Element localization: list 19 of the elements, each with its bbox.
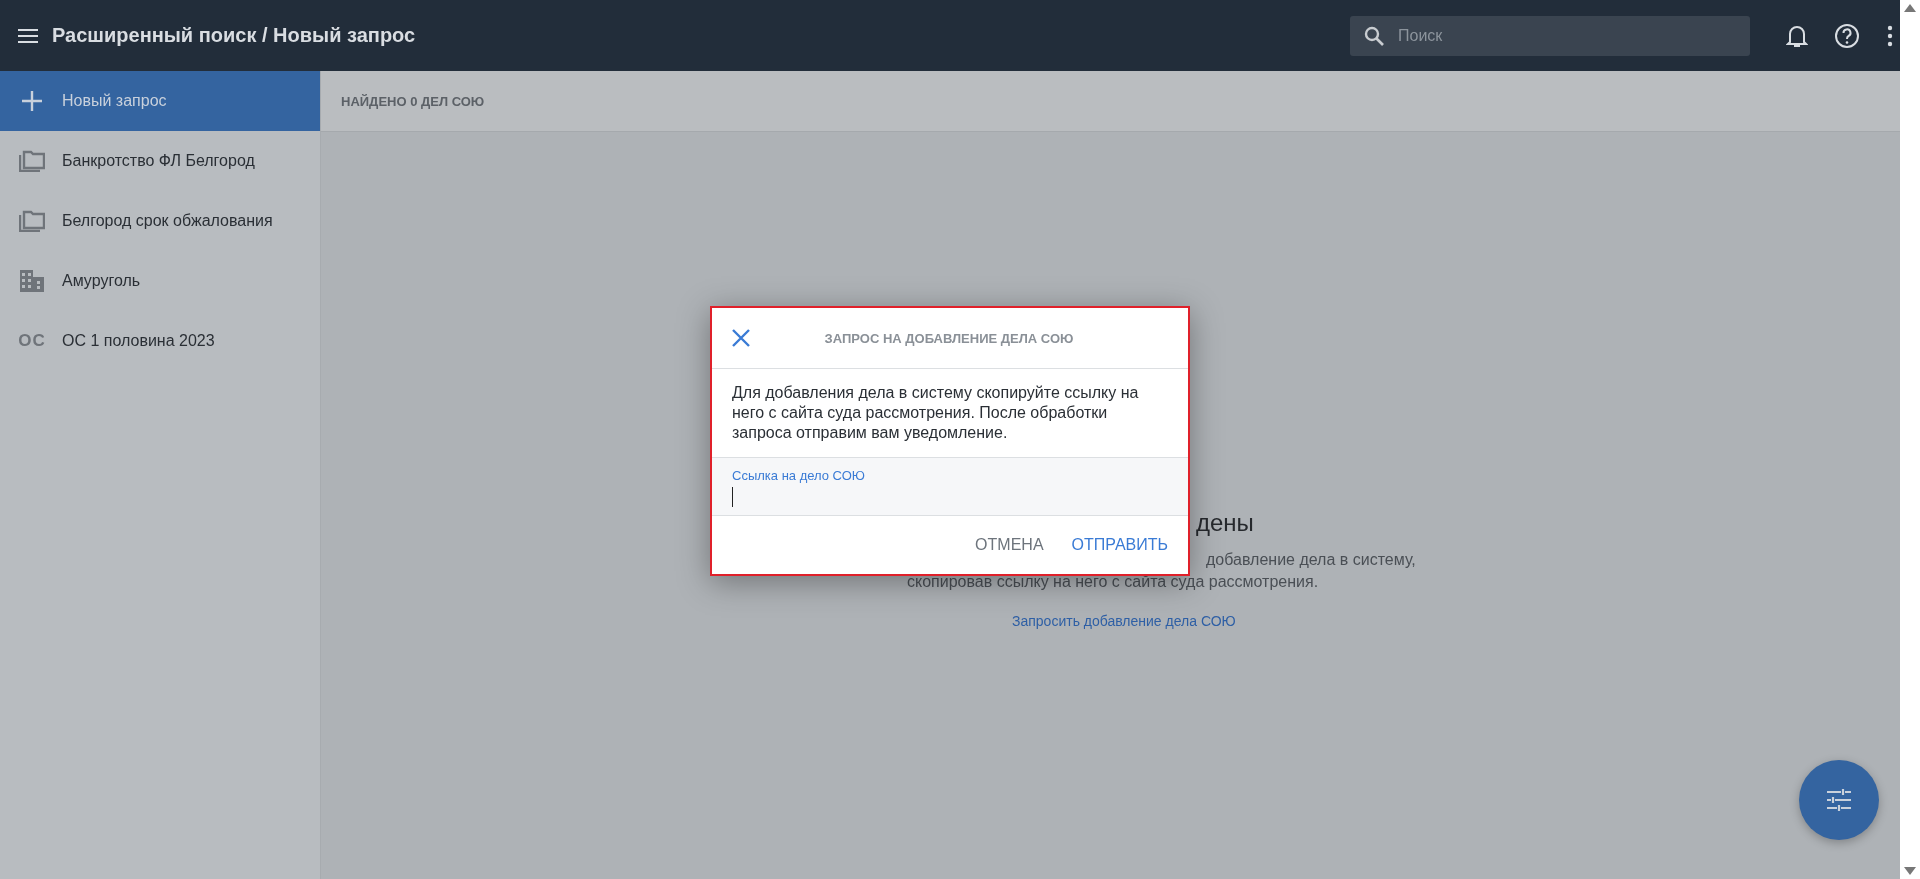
sidebar-item[interactable]: Банкротство ФЛ Белгород [0,131,320,191]
sidebar-item[interactable]: Амуруголь [0,251,320,311]
dialog-title: ЗАПРОС НА ДОБАВЛЕНИЕ ДЕЛА СОЮ [823,330,1075,346]
page-title: Расширенный поиск / Новый запрос [52,24,417,47]
link-field-box[interactable]: Ссылка на дело СОЮ [712,458,1188,516]
field-label: Ссылка на дело СОЮ [732,468,866,483]
empty-title: дены [1196,509,1255,537]
sidebar-item[interactable]: Белгород срок обжалования [0,191,320,251]
empty-text: добавление дела в систему, [1206,551,1417,569]
sidebar-item[interactable]: ОС ОС 1 половина 2023 [0,311,320,371]
search-field[interactable]: Поиск [1396,25,1736,46]
search-box[interactable]: Поиск [1350,15,1750,56]
cancel-button[interactable]: ОТМЕНА [967,530,1052,560]
send-button[interactable]: ОТПРАВИТЬ [1063,530,1176,560]
request-link[interactable]: Запросить добавление дела СОЮ [1012,613,1236,629]
sidebar-item[interactable]: Новый запрос [0,71,320,131]
item-abbreviation: ОС [18,331,46,351]
results-count: НАЙДЕНО 0 ДЕЛ СОЮ [341,93,485,109]
empty-text: скопировав ссылку на него с сайта суда рассмотрения. [907,573,1320,591]
